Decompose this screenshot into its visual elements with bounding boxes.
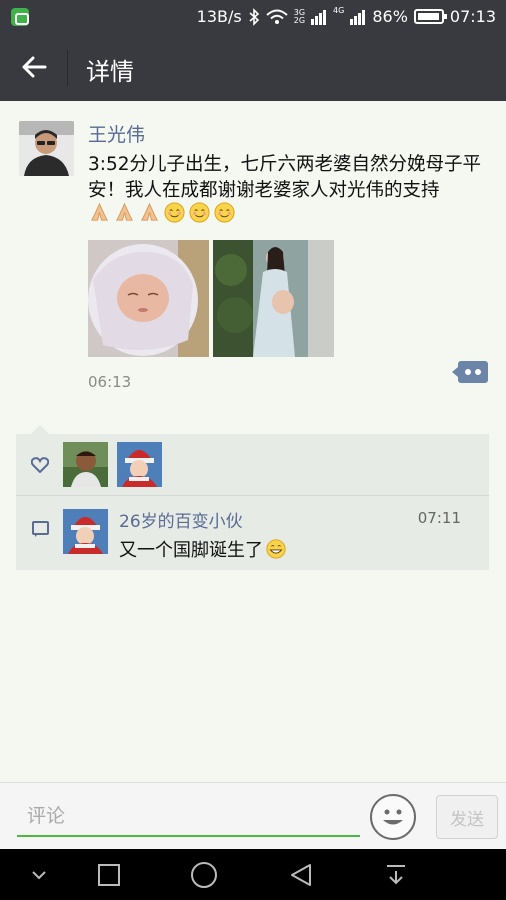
nav-home-button[interactable] xyxy=(189,860,219,890)
send-button[interactable]: 发送 xyxy=(436,795,498,839)
bluetooth-icon xyxy=(249,7,259,26)
post-time: 06:13 xyxy=(88,373,132,391)
commenter-name[interactable]: 26岁的百变小伙 xyxy=(119,507,243,532)
chevron-down-icon xyxy=(32,871,46,880)
blush-icon xyxy=(189,202,210,223)
likes-row xyxy=(16,434,489,495)
smiley-icon xyxy=(383,809,403,825)
network-type-bottom: 2G xyxy=(293,15,306,25)
grin-icon xyxy=(266,539,286,559)
battery-icon xyxy=(413,9,447,24)
circle-icon xyxy=(191,862,217,888)
dot-icon xyxy=(475,369,481,375)
pull-down-icon xyxy=(387,865,405,885)
nav-notification-button[interactable] xyxy=(381,860,411,890)
back-arrow-icon xyxy=(22,56,47,78)
comment-text: 又一个国脚诞生了 xyxy=(119,540,263,561)
page-title: 详情 xyxy=(86,58,134,86)
dot-icon xyxy=(465,369,471,375)
pray-icon xyxy=(91,202,108,221)
post-action-button[interactable] xyxy=(452,361,488,383)
battery-level: 86% xyxy=(372,7,408,26)
comment-input[interactable] xyxy=(17,797,360,837)
comment-time: 07:11 xyxy=(417,509,461,527)
heart-icon xyxy=(31,457,49,473)
network-type-4g: 4G xyxy=(333,6,345,15)
system-nav-bar xyxy=(0,849,506,900)
wifi-icon xyxy=(266,9,288,24)
clock: 07:13 xyxy=(449,7,496,26)
liker-avatar-1[interactable] xyxy=(63,442,108,487)
blush-icon xyxy=(164,202,185,223)
liker-avatar-2[interactable] xyxy=(117,442,162,487)
pray-icon xyxy=(116,202,133,221)
post-text: 3:52分儿子出生，七斤六两老婆自然分娩母子平安！我人在成都谢谢老婆家人对光伟的… xyxy=(88,154,482,201)
comment-input-bar: 发送 xyxy=(0,782,506,849)
square-icon xyxy=(98,864,120,886)
nav-collapse-button[interactable] xyxy=(24,860,54,890)
commenter-avatar[interactable] xyxy=(63,509,108,554)
panel-divider xyxy=(16,495,489,496)
pregnant-woman-photo[interactable] xyxy=(213,240,334,357)
wechat-notification-icon xyxy=(11,8,29,26)
comment-icon xyxy=(32,521,49,537)
author-avatar[interactable] xyxy=(19,121,74,176)
post-emoji-row xyxy=(88,201,236,224)
likes-comments-panel: 26岁的百变小伙 07:11 又一个国脚诞生了 xyxy=(16,425,489,570)
network-speed: 13B/s xyxy=(196,7,242,26)
status-bar: 13B/s 3G 2G 4G 86% 07:13 xyxy=(0,0,506,34)
newborn-baby-photo[interactable] xyxy=(88,240,209,357)
comment-text-row: 又一个国脚诞生了 xyxy=(119,536,287,562)
title-bar: 详情 xyxy=(0,34,506,101)
emoji-button[interactable] xyxy=(370,794,416,840)
pray-icon xyxy=(141,202,158,221)
panel-notch xyxy=(31,425,49,434)
nav-back-button[interactable] xyxy=(286,860,316,890)
signal-icon xyxy=(311,9,327,25)
title-divider xyxy=(67,50,68,86)
triangle-back-icon xyxy=(291,864,311,886)
signal-icon-2 xyxy=(350,9,366,25)
blush-icon xyxy=(214,202,235,223)
nav-recents-button[interactable] xyxy=(94,860,124,890)
author-name[interactable]: 王光伟 xyxy=(88,120,145,147)
back-button[interactable] xyxy=(14,50,54,84)
